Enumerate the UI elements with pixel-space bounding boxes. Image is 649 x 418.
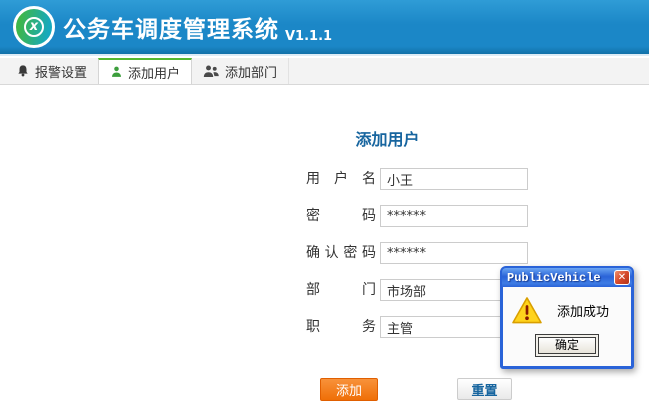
password-input[interactable] [380,205,528,227]
users-icon [203,64,220,78]
tab-add-department[interactable]: 添加部门 [192,58,289,84]
form-row-username: 用户名 [306,168,376,190]
dialog-title: PublicVehicle [507,271,601,285]
add-button[interactable]: 添加 [320,378,378,401]
tab-label: 添加用户 [128,63,180,82]
app-version: V1.1.1 [285,29,332,54]
dialog-titlebar[interactable]: PublicVehicle ✕ [502,268,632,287]
form-title: 添加用户 [330,126,445,150]
app-window: x 公务车调度管理系统 V1.1.1 报警设置 添加用户 [0,0,649,418]
position-label: 职务 [306,316,376,338]
tab-label: 报警设置 [35,62,87,81]
reset-button[interactable]: 重置 [457,378,512,400]
confirm-password-input[interactable] [380,242,528,264]
tab-label: 添加部门 [225,62,277,81]
bell-icon [16,64,30,78]
app-title: 公务车调度管理系统 [63,10,279,44]
tab-bar: 报警设置 添加用户 添加部门 [0,58,649,85]
dialog-message: 添加成功 [557,301,609,320]
username-input[interactable] [380,168,528,190]
warning-icon [511,296,543,325]
ok-button[interactable]: 确定 [538,337,596,354]
app-header: x 公务车调度管理系统 V1.1.1 [0,0,649,56]
form-row-password: 密码 [306,205,376,227]
form-row-position: 职务 [306,316,376,338]
close-icon[interactable]: ✕ [614,270,630,285]
app-logo-icon: x [13,6,55,48]
logo-x-glyph: x [24,17,44,37]
user-icon [110,65,123,79]
form-row-department: 部门 [306,279,376,301]
message-dialog: PublicVehicle ✕ 添加成功 确定 [500,266,634,369]
username-label: 用户名 [306,168,376,190]
department-label: 部门 [306,279,376,301]
form-row-confirm-password: 确认密码 [306,242,376,264]
password-label: 密码 [306,205,376,227]
ok-button-frame: 确定 [535,334,599,357]
dialog-body: 添加成功 确定 [503,287,631,366]
confirm-password-label: 确认密码 [306,242,376,264]
tab-alarm-settings[interactable]: 报警设置 [5,58,98,84]
tab-add-user[interactable]: 添加用户 [98,58,192,84]
